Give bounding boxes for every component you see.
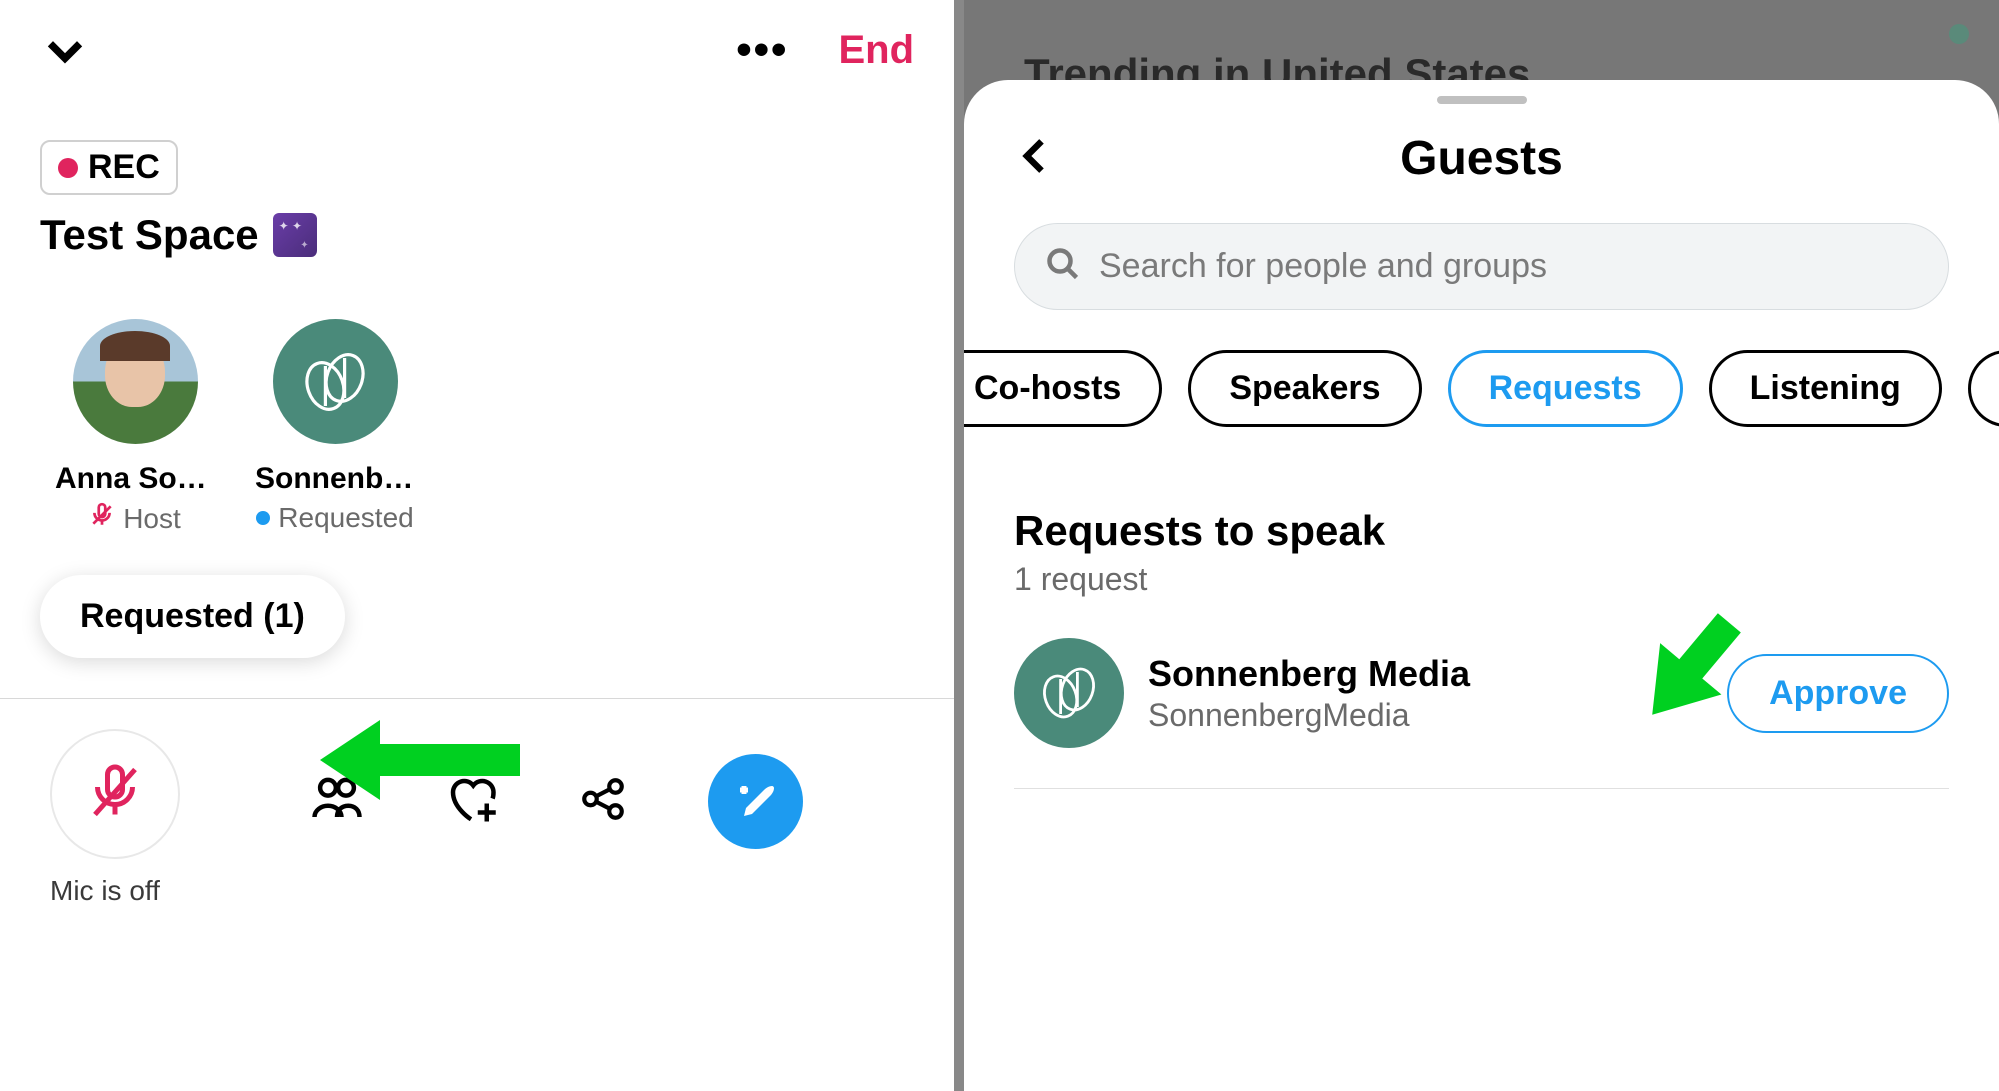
participant-name: Anna Son… — [55, 462, 215, 496]
sheet-header: Guests — [964, 104, 1999, 193]
divider — [1014, 788, 1949, 789]
search-container: Search for people and groups — [1014, 223, 1949, 310]
avatar — [273, 319, 398, 444]
recording-badge: REC — [40, 140, 178, 195]
record-dot-icon — [58, 158, 78, 178]
status-text: Host — [123, 503, 181, 535]
requests-section-title: Requests to speak — [1014, 507, 1949, 555]
end-button[interactable]: End — [838, 28, 914, 73]
requests-section: Requests to speak 1 request Sonnenberg M… — [964, 507, 1999, 748]
sheet-grabber-icon[interactable] — [1437, 96, 1527, 104]
requests-count: 1 request — [1014, 561, 1949, 598]
participant-host[interactable]: Anna Son… Host — [60, 319, 210, 535]
participant-status: Host — [89, 502, 181, 535]
top-bar: ••• End — [0, 0, 954, 90]
status-dot-icon — [256, 511, 270, 525]
recording-label: REC — [88, 148, 160, 187]
guests-sheet-view: Trending in United States Guests — [964, 0, 1999, 1091]
mic-toggle-button[interactable] — [50, 729, 180, 859]
tab-requests[interactable]: Requests — [1448, 350, 1683, 427]
mic-off-icon — [89, 502, 115, 535]
participant-name: Sonnenbe… — [255, 462, 415, 496]
search-placeholder: Search for people and groups — [1099, 247, 1547, 286]
bottom-sheet: Guests Search for people and groups Co-h… — [964, 80, 1999, 1091]
milky-way-emoji-icon — [273, 213, 317, 257]
space-title: Test Space — [40, 211, 259, 259]
sheet-title: Guests — [1400, 131, 1563, 186]
compose-button[interactable] — [708, 754, 803, 849]
avatar[interactable] — [1014, 638, 1124, 748]
annotation-arrow-icon — [320, 710, 520, 815]
search-icon — [1045, 246, 1081, 287]
avatar — [73, 319, 198, 444]
share-button[interactable] — [578, 774, 628, 829]
annotation-arrow-icon — [1609, 580, 1779, 755]
status-text: Requested — [278, 502, 413, 534]
tab-removed[interactable]: Remo — [1968, 350, 1999, 427]
participant-requested[interactable]: Sonnenbe… Requested — [260, 319, 410, 535]
tab-cohosts[interactable]: Co-hosts — [964, 350, 1162, 427]
space-title-row: Test Space — [40, 211, 954, 259]
participant-status: Requested — [256, 502, 413, 534]
background-indicator-dot — [1949, 24, 1969, 44]
requested-pill-button[interactable]: Requested (1) — [40, 575, 345, 658]
participants-grid: Anna Son… Host — [60, 319, 954, 535]
request-row: Sonnenberg Media SonnenbergMedia Approve — [1014, 638, 1949, 748]
tab-speakers[interactable]: Speakers — [1188, 350, 1421, 427]
top-right-actions: ••• End — [736, 25, 914, 75]
search-input[interactable]: Search for people and groups — [1014, 223, 1949, 310]
mic-off-icon — [85, 762, 145, 827]
tab-listening[interactable]: Listening — [1709, 350, 1942, 427]
tabs-row: Co-hosts Speakers Requests Listening Rem… — [964, 350, 1999, 427]
space-host-view: ••• End REC Test Space Anna Son… — [0, 0, 964, 1091]
back-button[interactable] — [1014, 134, 1058, 183]
collapse-chevron-icon[interactable] — [40, 25, 90, 75]
more-options-icon[interactable]: ••• — [736, 25, 788, 75]
mic-status-label: Mic is off — [50, 875, 954, 907]
